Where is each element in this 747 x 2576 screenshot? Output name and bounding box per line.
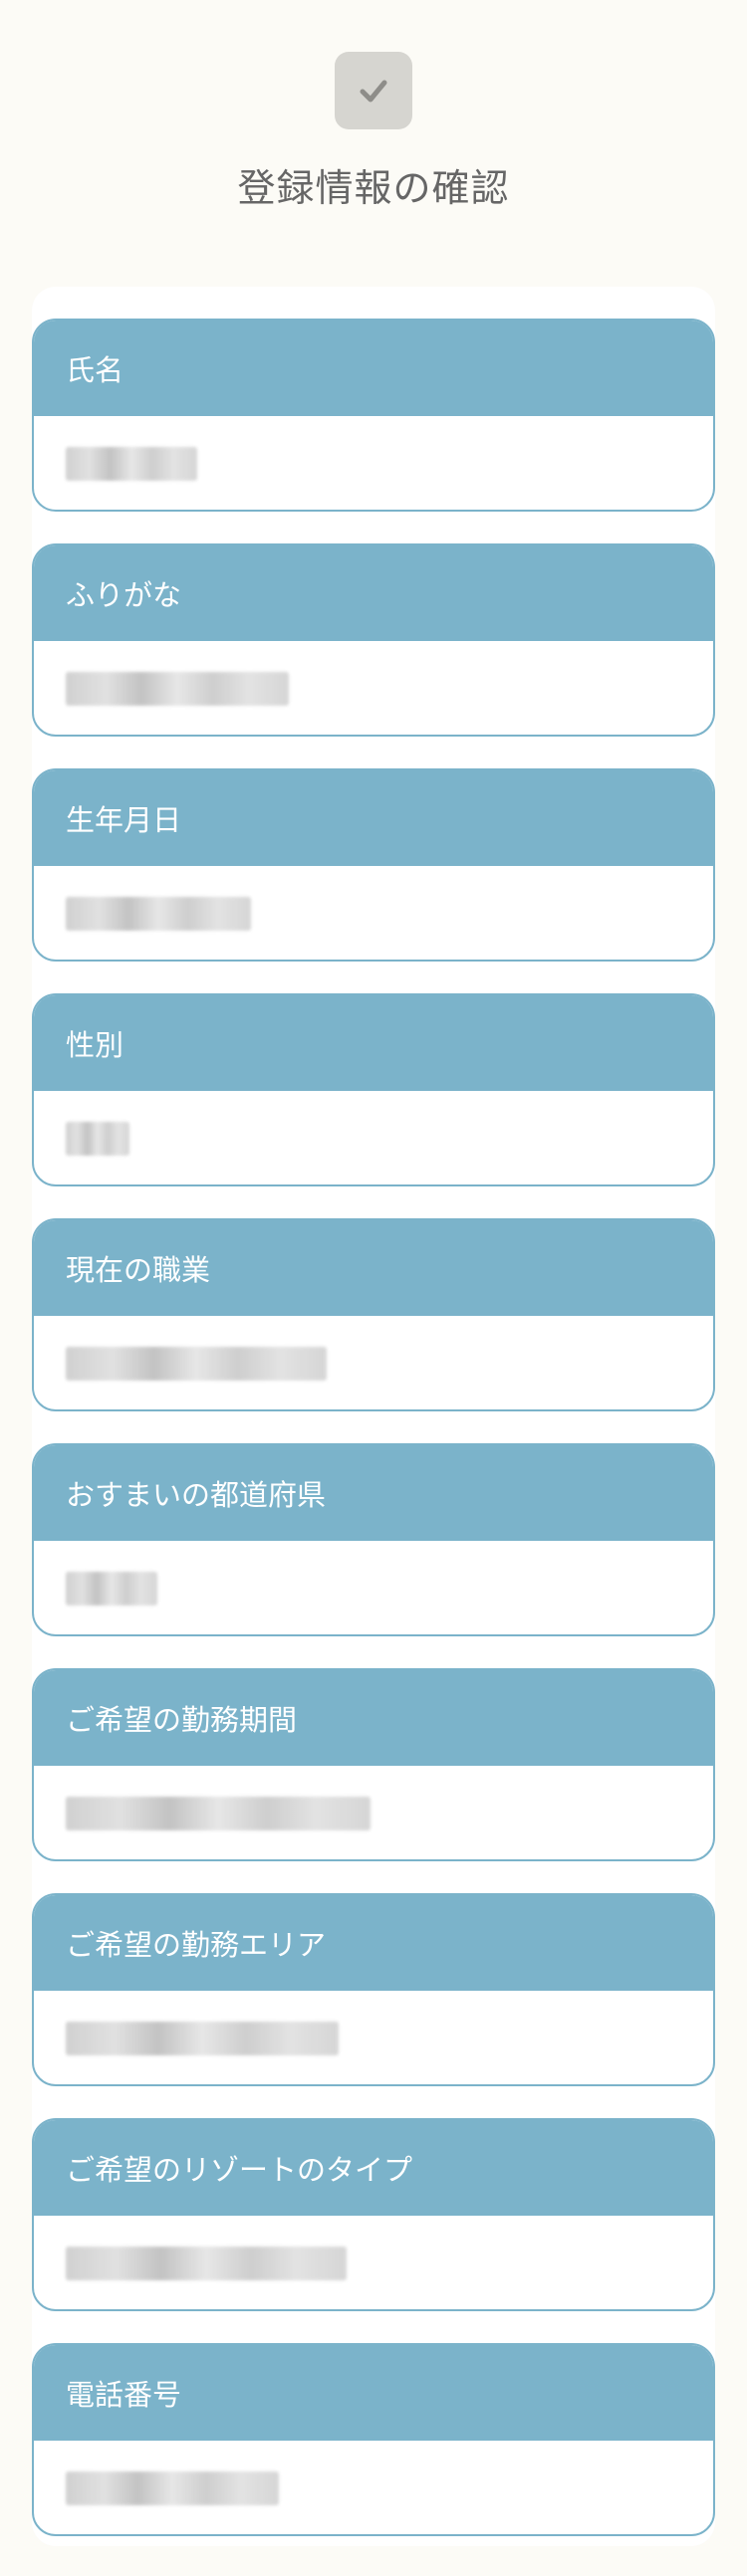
field-value [34, 416, 713, 510]
field-value [34, 1541, 713, 1634]
field-card-work-period: ご希望の勤務期間 [32, 1668, 715, 1861]
redacted-value [66, 447, 197, 481]
redacted-value [66, 1572, 157, 1606]
field-label: ご希望のリゾートのタイプ [34, 2120, 713, 2216]
field-value [34, 1091, 713, 1184]
field-label: ご希望の勤務期間 [34, 1670, 713, 1766]
field-value [34, 1316, 713, 1409]
redacted-value [66, 672, 289, 706]
field-label: 生年月日 [34, 770, 713, 866]
field-card-name: 氏名 [32, 319, 715, 512]
redacted-value [66, 1347, 327, 1381]
check-icon-box [335, 52, 412, 129]
redacted-value [66, 897, 251, 931]
field-value [34, 866, 713, 960]
redacted-value [66, 2471, 279, 2505]
field-value [34, 2441, 713, 2534]
field-label: 現在の職業 [34, 1220, 713, 1316]
field-card-work-area: ご希望の勤務エリア [32, 1893, 715, 2086]
field-card-prefecture: おすまいの都道府県 [32, 1443, 715, 1636]
field-card-furigana: ふりがな [32, 543, 715, 737]
redacted-value [66, 1122, 129, 1156]
redacted-value [66, 2022, 339, 2055]
redacted-value [66, 2247, 347, 2280]
page-header: 登録情報の確認 [0, 0, 747, 239]
field-card-birthdate: 生年月日 [32, 768, 715, 962]
field-card-gender: 性別 [32, 993, 715, 1186]
field-label: 性別 [34, 995, 713, 1091]
field-card-occupation: 現在の職業 [32, 1218, 715, 1411]
page-title: 登録情報の確認 [237, 166, 510, 210]
field-label: 電話番号 [34, 2345, 713, 2441]
field-value [34, 641, 713, 735]
field-value [34, 1766, 713, 1859]
field-card-phone: 電話番号 [32, 2343, 715, 2536]
field-label: 氏名 [34, 321, 713, 416]
field-value [34, 1991, 713, 2084]
field-value [34, 2216, 713, 2309]
field-label: ご希望の勤務エリア [34, 1895, 713, 1991]
field-label: ふりがな [34, 545, 713, 641]
field-label: おすまいの都道府県 [34, 1445, 713, 1541]
check-icon [360, 80, 387, 103]
redacted-value [66, 1797, 371, 1830]
field-card-resort-type: ご希望のリゾートのタイプ [32, 2118, 715, 2311]
